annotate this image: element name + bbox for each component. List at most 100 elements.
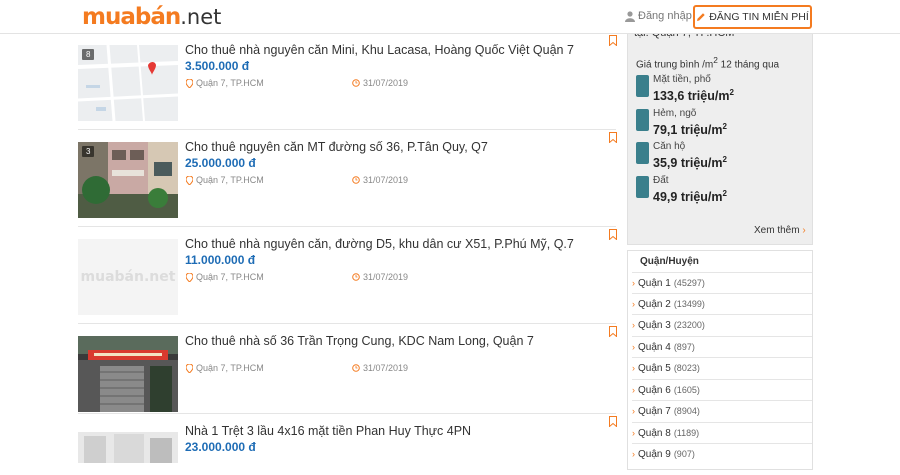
district-name: Quận 1 xyxy=(638,277,671,289)
bookmark-icon[interactable] xyxy=(609,35,617,46)
average-price-label: Giá trung bình /m2 12 tháng qua xyxy=(636,55,779,70)
listing-title[interactable]: Cho thuê nhà nguyên căn Mini, Khu Lacasa… xyxy=(185,43,574,57)
district-item[interactable]: › Quận 1 (45297) xyxy=(632,272,812,293)
stat-number: 133,6 xyxy=(653,89,685,104)
bookmark-icon[interactable] xyxy=(609,416,617,427)
apartment-icon xyxy=(636,142,649,164)
listing-date: 31/07/2019 xyxy=(352,272,408,282)
listing-title[interactable]: Cho thuê nhà nguyên căn, đường D5, khu d… xyxy=(185,237,574,251)
clock-icon xyxy=(352,273,360,281)
location-pin-icon xyxy=(186,175,193,185)
chevron-right-icon: › xyxy=(632,342,635,352)
district-heading: Quận/Huyện xyxy=(640,256,699,267)
date-text: 31/07/2019 xyxy=(363,272,409,282)
see-more-link[interactable]: Xem thêm › xyxy=(754,225,806,236)
login-link[interactable]: Đăng nhập xyxy=(625,10,692,22)
location-text: Quận 7, TP.HCM xyxy=(196,175,264,185)
price-stat-apartment: Căn hộ 35,9 triệu/m2 xyxy=(636,141,727,171)
district-count: (23200) xyxy=(673,320,705,330)
district-item[interactable]: › Quận 8 (1189) xyxy=(632,422,812,443)
chevron-right-icon: › xyxy=(632,278,635,288)
listing-thumbnail[interactable] xyxy=(78,432,178,463)
district-count: (1605) xyxy=(673,385,700,395)
listing-thumbnail-map[interactable]: 8 xyxy=(78,45,178,121)
listing-date: 31/07/2019 xyxy=(352,175,408,185)
district-count: (8904) xyxy=(673,406,700,416)
listing-thumbnail-placeholder[interactable]: muabán.net xyxy=(78,239,178,315)
district-item[interactable]: › Quận 4 (897) xyxy=(632,336,812,357)
district-item[interactable]: › Quận 3 (23200) xyxy=(632,314,812,335)
stat-unit-sup: 2 xyxy=(729,88,734,97)
listing-price: 23.000.000 đ xyxy=(185,440,256,454)
stat-value: 49,9 triệu/m2 xyxy=(653,186,727,205)
post-free-ad-button[interactable]: ĐĂNG TIN MIỄN PHÍ xyxy=(693,5,812,29)
bookmark-icon[interactable] xyxy=(609,229,617,240)
district-name: Quận 7 xyxy=(638,405,671,417)
photo-count: 3 xyxy=(82,146,95,157)
location-pin-icon xyxy=(186,272,193,282)
district-count: (1189) xyxy=(673,428,700,438)
listing-location: Quận 7, TP.HCM xyxy=(186,363,264,373)
chevron-right-icon: › xyxy=(802,225,806,236)
listing-item[interactable]: muabán.net Cho thuê nhà nguyên căn, đườn… xyxy=(78,228,617,324)
building-photo xyxy=(78,432,178,463)
stat-unit: triệu/m xyxy=(687,89,730,104)
stat-number: 35,9 xyxy=(653,156,678,171)
bookmark-icon[interactable] xyxy=(609,132,617,143)
clock-icon xyxy=(352,79,360,87)
district-item[interactable]: › Quận 5 (8023) xyxy=(632,357,812,378)
listing-title[interactable]: Nhà 1 Trệt 3 lầu 4x16 mặt tiền Phan Huy … xyxy=(185,424,471,438)
logo-main: muabán xyxy=(82,4,181,30)
see-more-label: Xem thêm xyxy=(754,225,800,236)
stat-number: 49,9 xyxy=(653,190,678,205)
location-pin-icon xyxy=(186,78,193,88)
listing-item[interactable]: 8 Cho thuê nhà nguyên căn Mini, Khu Laca… xyxy=(78,34,617,130)
post-button-label: ĐĂNG TIN MIỄN PHÍ xyxy=(709,11,809,23)
login-label: Đăng nhập xyxy=(638,10,692,22)
listing-date: 31/07/2019 xyxy=(352,78,408,88)
district-count: (8023) xyxy=(673,363,700,373)
listing-thumbnail[interactable]: 3 xyxy=(78,142,178,218)
price-stats-box: tại: Quận 7, TP.HCM Giá trung bình /m2 1… xyxy=(627,26,813,245)
shopfront-photo xyxy=(78,336,178,412)
listing-price: 11.000.000 đ xyxy=(185,253,256,267)
district-item[interactable]: › Quận 9 (907) xyxy=(632,443,812,464)
stat-number: 79,1 xyxy=(653,123,678,138)
location-text: Quận 7, TP.HCM xyxy=(196,363,264,373)
listing-price: 25.000.000 đ xyxy=(185,156,256,170)
listing-item[interactable]: Nhà 1 Trệt 3 lầu 4x16 mặt tiền Phan Huy … xyxy=(78,415,617,475)
listing-title[interactable]: Cho thuê nguyên căn MT đường số 36, P.Tâ… xyxy=(185,140,488,154)
price-stat-street-front: Mặt tiền, phố 133,6 triệu/m2 xyxy=(636,74,734,104)
bookmark-icon[interactable] xyxy=(609,326,617,337)
stat-label: Căn hộ xyxy=(653,141,686,152)
chevron-right-icon: › xyxy=(632,299,635,309)
listing-item[interactable]: Cho thuê nhà số 36 Trần Trọng Cung, KDC … xyxy=(78,325,617,414)
stat-unit: triệu/m xyxy=(680,156,723,171)
stat-label: Đất xyxy=(653,175,669,186)
listing-date: 31/07/2019 xyxy=(352,363,408,373)
listing-item[interactable]: 3 Cho thuê nguyên căn MT đường số 36, P.… xyxy=(78,131,617,227)
land-icon xyxy=(636,176,649,198)
chevron-right-icon: › xyxy=(632,363,635,373)
district-name: Quận 3 xyxy=(638,319,671,331)
site-logo[interactable]: muabán.net xyxy=(82,4,221,30)
price-stat-land: Đất 49,9 triệu/m2 xyxy=(636,175,727,205)
district-item[interactable]: › Quận 6 (1605) xyxy=(632,379,812,400)
district-item[interactable]: › Quận 2 (13499) xyxy=(632,293,812,314)
stat-unit: triệu/m xyxy=(680,190,723,205)
street-house-icon xyxy=(636,75,649,97)
district-count: (45297) xyxy=(673,278,705,288)
listing-thumbnail[interactable] xyxy=(78,336,178,412)
listing-location: Quận 7, TP.HCM xyxy=(186,175,264,185)
listing-location: Quận 7, TP.HCM xyxy=(186,272,264,282)
district-list-box: Quận/Huyện › Quận 1 (45297) › Quận 2 (13499)… xyxy=(627,250,813,470)
stat-unit-sup: 2 xyxy=(722,122,727,131)
district-count: (907) xyxy=(673,449,695,459)
district-item[interactable]: › Quận 7 (8904) xyxy=(632,400,812,421)
district-count: (897) xyxy=(673,342,695,352)
listing-title[interactable]: Cho thuê nhà số 36 Trần Trọng Cung, KDC … xyxy=(185,334,534,348)
logo-tld: .net xyxy=(180,5,222,29)
chevron-right-icon: › xyxy=(632,428,635,438)
chevron-right-icon: › xyxy=(632,385,635,395)
stat-unit-sup: 2 xyxy=(722,155,727,164)
